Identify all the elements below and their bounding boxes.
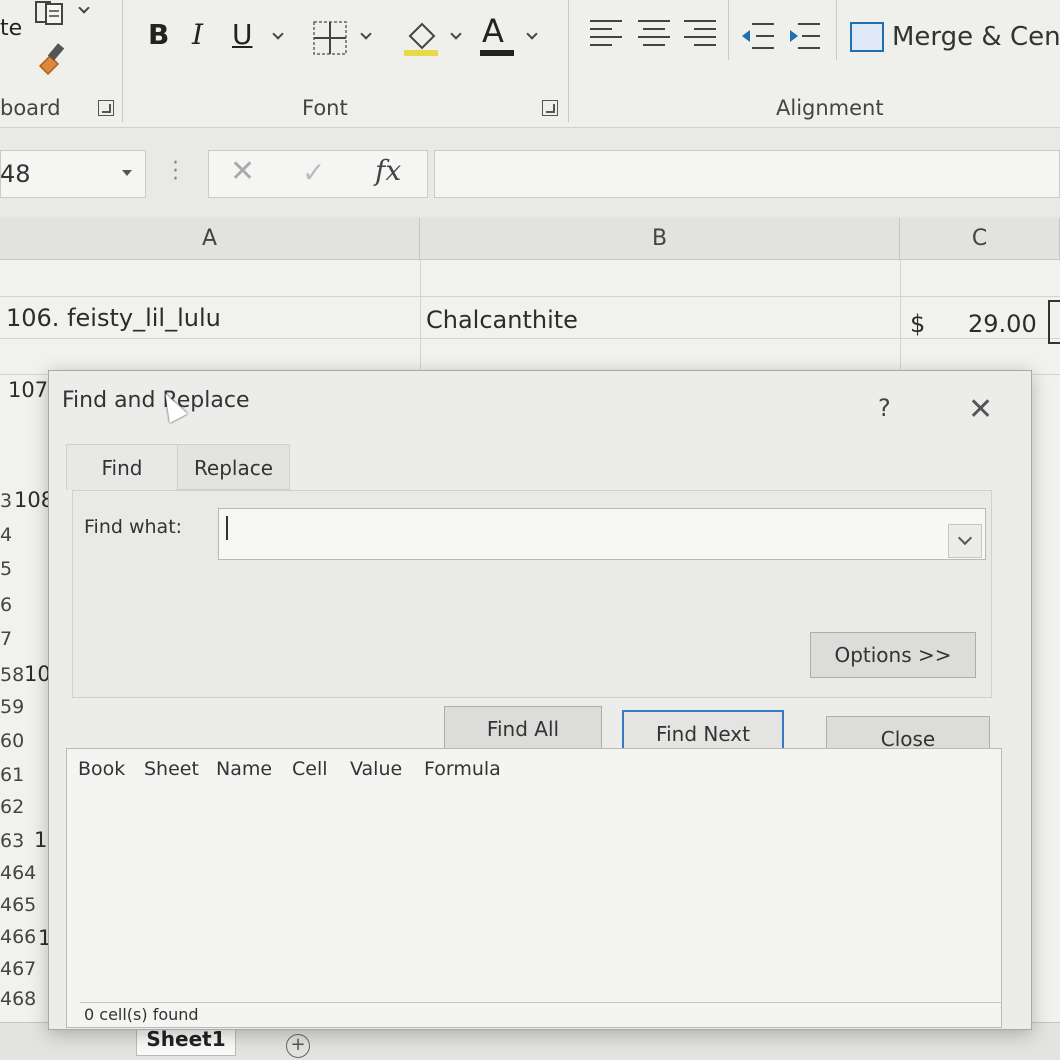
insert-function-icon[interactable]: fx <box>375 154 401 187</box>
chevron-down-icon[interactable] <box>526 28 538 40</box>
status-text: 0 cell(s) found <box>80 1002 1002 1028</box>
row-number[interactable]: 59 <box>0 696 24 718</box>
italic-button[interactable]: I <box>192 18 203 51</box>
row-number[interactable]: 58 <box>0 664 24 686</box>
row-number[interactable]: 465 <box>0 894 36 916</box>
merge-center-icon[interactable] <box>850 22 884 52</box>
cell-c-currency[interactable]: $ <box>910 310 925 338</box>
font-color-icon[interactable]: A <box>482 12 504 50</box>
fill-color-icon[interactable] <box>402 18 442 58</box>
row-number[interactable]: 7 <box>0 628 12 650</box>
cancel-icon[interactable]: ✕ <box>230 154 255 189</box>
row-number[interactable]: 63 <box>0 830 24 852</box>
results-column-book[interactable]: Book <box>78 758 125 780</box>
more-options-icon[interactable]: · · · <box>172 153 179 191</box>
results-list[interactable] <box>66 748 1002 1028</box>
row-number[interactable]: 6 <box>0 594 12 616</box>
row-number[interactable]: 61 <box>0 764 24 786</box>
chevron-down-icon[interactable] <box>272 28 284 40</box>
help-icon[interactable]: ? <box>878 394 891 422</box>
align-right-icon[interactable] <box>684 20 716 50</box>
column-header-a[interactable]: A <box>0 218 420 260</box>
row-fragment[interactable]: 107 <box>8 378 48 402</box>
underline-button[interactable]: U <box>232 18 253 51</box>
results-column-cell[interactable]: Cell <box>292 758 328 780</box>
chevron-down-icon[interactable] <box>360 28 372 40</box>
cell-c-value[interactable]: 29.00 <box>968 310 1037 338</box>
copy-icon[interactable] <box>32 0 74 26</box>
bold-button[interactable]: B <box>148 18 169 51</box>
close-icon[interactable]: ✕ <box>968 392 993 427</box>
row-number[interactable]: 467 <box>0 958 36 980</box>
font-color-swatch <box>480 50 514 56</box>
merge-center-button[interactable]: Merge & Cente <box>892 22 1060 52</box>
group-divider <box>728 0 729 60</box>
row-number[interactable]: 466 <box>0 926 36 948</box>
options-button[interactable]: Options >> <box>810 632 976 678</box>
align-center-icon[interactable] <box>638 20 670 50</box>
text-cursor <box>226 516 228 540</box>
chevron-down-icon[interactable] <box>78 2 90 14</box>
add-sheet-icon[interactable]: + <box>286 1034 310 1058</box>
name-box-value: 48 <box>0 160 31 188</box>
find-what-label: Find what: <box>84 516 183 538</box>
row-divider <box>0 296 1060 297</box>
selected-cell-border <box>1048 300 1060 344</box>
row-number[interactable]: 468 <box>0 988 36 1010</box>
results-column-sheet[interactable]: Sheet <box>144 758 199 780</box>
formula-input[interactable] <box>434 150 1060 198</box>
cell-a[interactable]: 106. feisty_lil_lulu <box>6 304 221 332</box>
row-number[interactable]: 464 <box>0 862 36 884</box>
group-divider <box>122 0 123 122</box>
enter-icon[interactable]: ✓ <box>302 156 325 189</box>
font-group-label: Font <box>302 96 348 120</box>
chevron-down-icon[interactable] <box>450 28 462 40</box>
decrease-indent-icon[interactable] <box>740 20 776 52</box>
tab-find[interactable]: Find <box>66 444 178 490</box>
results-column-name[interactable]: Name <box>216 758 272 780</box>
borders-icon[interactable] <box>312 20 348 56</box>
find-what-input[interactable] <box>218 508 986 560</box>
row-number[interactable]: 5 <box>0 558 12 580</box>
increase-indent-icon[interactable] <box>786 20 822 52</box>
row-number[interactable]: 3 <box>0 490 12 512</box>
dialog-launcher-icon[interactable] <box>542 100 558 116</box>
dialog-launcher-icon[interactable] <box>98 100 114 116</box>
group-divider <box>836 0 837 60</box>
chevron-down-icon[interactable] <box>122 170 132 176</box>
row-number[interactable]: 4 <box>0 524 12 546</box>
clipboard-group-label: board <box>0 96 61 120</box>
results-column-formula[interactable]: Formula <box>424 758 501 780</box>
ribbon: te board B I U A Font Merge & Cen Alignm… <box>0 0 1060 128</box>
column-header-b[interactable]: B <box>420 218 900 260</box>
align-left-icon[interactable] <box>590 20 622 50</box>
tab-replace[interactable]: Replace <box>178 444 290 490</box>
paste-label-partial[interactable]: te <box>0 16 22 41</box>
group-divider <box>568 0 569 122</box>
row-divider <box>0 338 1060 339</box>
row-number[interactable]: 60 <box>0 730 24 752</box>
find-all-button[interactable]: Find All <box>444 706 602 752</box>
row-number[interactable]: 62 <box>0 796 24 818</box>
dialog-title: Find and Replace <box>62 388 250 413</box>
cell-b[interactable]: Chalcanthite <box>426 306 578 334</box>
format-painter-icon[interactable] <box>34 40 70 76</box>
results-column-value[interactable]: Value <box>350 758 402 780</box>
column-header-c[interactable]: C <box>900 218 1060 260</box>
alignment-group-label: Alignment <box>776 96 884 120</box>
chevron-down-icon[interactable] <box>948 524 982 558</box>
